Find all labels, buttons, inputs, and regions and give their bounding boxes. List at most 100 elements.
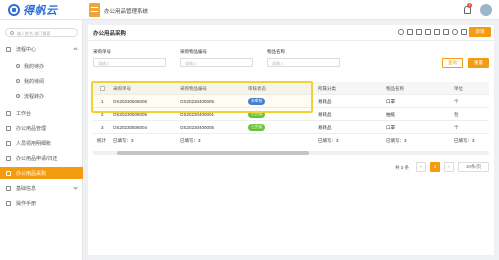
category-cell: 易耗品 (318, 99, 332, 104)
page-title: 办公用品采购 (93, 31, 127, 37)
item-name-cell: 口罩 (386, 125, 395, 130)
more-icon[interactable] (452, 29, 458, 35)
sidebar-item-label: 人员领用明细账 (16, 140, 52, 147)
manual-icon (6, 200, 11, 206)
footer-count: 已填写：3 (113, 138, 134, 143)
order-no-input[interactable]: 请输入 (93, 58, 166, 67)
next-page-button[interactable]: › (444, 162, 454, 172)
sidebar: 输入姓名·部门搜索 流程中心 我的待办 我的待阅 流程转办 工作台 办公用品管理… (0, 20, 83, 260)
print-icon[interactable] (443, 29, 449, 35)
filter-label-item-name: 物品名称 (267, 49, 285, 54)
input-placeholder: 请输入 (272, 60, 284, 66)
notification-badge: 1 (467, 3, 472, 8)
export-icon[interactable] (425, 29, 431, 35)
chevron-down-icon (73, 185, 78, 190)
sidebar-item-my-todo[interactable]: 我的待办 (0, 60, 83, 72)
sidebar-item-manual[interactable]: 操作手册 (0, 197, 83, 209)
sidebar-item-my-toread[interactable]: 我的待阅 (0, 75, 83, 87)
item-name-input[interactable]: 请输入 (267, 58, 340, 67)
sidebar-search-input[interactable]: 输入姓名·部门搜索 (5, 28, 78, 37)
logo[interactable]: 得帆云 (8, 4, 58, 17)
add-button[interactable]: 新增 (469, 27, 491, 37)
sidebar-item-label: 流程中心 (16, 46, 37, 53)
reset-button[interactable]: 重置 (468, 58, 489, 68)
pagination-total: 共 3 条 (395, 165, 410, 170)
input-placeholder: 请输入 (185, 60, 197, 66)
query-button[interactable]: 查询 (442, 58, 463, 68)
transfer-icon (16, 94, 20, 98)
category-cell: 易耗品 (318, 125, 332, 130)
table-footer: 统计 已填写：3 已填写：3 已填写：3 已填写：3 已填写：3 (93, 134, 489, 147)
filter-icon[interactable] (407, 29, 413, 35)
divider (88, 40, 494, 41)
avatar[interactable] (480, 4, 492, 16)
column-header[interactable]: 所属分类 (318, 82, 336, 95)
unit-cell: 个 (454, 125, 459, 130)
sidebar-item-transfer[interactable]: 流程转办 (0, 90, 83, 102)
scrollbar-thumb[interactable] (117, 151, 309, 155)
todo-icon (16, 64, 20, 68)
sidebar-item-label: 流程转办 (24, 93, 45, 100)
fullscreen-icon[interactable] (461, 29, 467, 35)
sidebar-item-apply-return[interactable]: 办公用品申请/归还 (0, 152, 83, 164)
footer-label: 统计 (97, 138, 106, 143)
sidebar-item-workflow-center[interactable]: 流程中心 (0, 43, 83, 55)
highlight-box (91, 81, 313, 113)
filter-label-item-no: 采购物品编号 (180, 49, 207, 54)
sidebar-item-label: 办公用品申请/归还 (16, 155, 58, 162)
table-row[interactable]: 3 OS20230506004 OS20230400005 已完成 易耗品 口罩… (93, 121, 489, 134)
order-no-cell: OS20230506004 (113, 125, 148, 130)
top-bar: 得帆云 办公用品管理系统 1 (0, 0, 499, 20)
footer-count: 已填写：3 (454, 138, 475, 143)
input-placeholder: 请输入 (98, 60, 110, 66)
sidebar-item-label: 基础信息 (16, 185, 37, 192)
sidebar-item-label: 办公用品管理 (16, 125, 47, 132)
read-icon (16, 79, 20, 83)
item-name-cell: 口罩 (386, 99, 395, 104)
horizontal-scrollbar[interactable] (93, 151, 489, 155)
sidebar-item-basic-info[interactable]: 基础信息 (0, 182, 83, 194)
sidebar-item-label: 工作台 (16, 110, 32, 117)
apply-icon (6, 155, 11, 161)
chevron-up-icon (73, 47, 78, 52)
purchase-icon (6, 170, 11, 176)
import-icon[interactable] (434, 29, 440, 35)
footer-count: 已填写：3 (180, 138, 201, 143)
supplies-icon (6, 125, 11, 131)
refresh-icon[interactable] (398, 29, 404, 35)
search-icon (10, 31, 14, 35)
workbench-icon (6, 110, 11, 116)
sidebar-item-usage-ledger[interactable]: 人员领用明细账 (0, 137, 83, 149)
page-number-button[interactable]: 1 (430, 162, 440, 172)
app-icon (89, 3, 100, 17)
status-cell: 已完成 (248, 121, 266, 134)
unit-cell: 个 (454, 99, 459, 104)
search-placeholder: 输入姓名·部门搜索 (17, 30, 51, 36)
sidebar-item-workbench[interactable]: 工作台 (0, 107, 83, 119)
filter-label-order-no: 采购单号 (93, 49, 111, 54)
sidebar-item-label: 我的待阅 (24, 78, 45, 85)
system-title: 办公用品管理系统 (104, 9, 149, 15)
sidebar-item-supplies-management[interactable]: 办公用品管理 (0, 122, 83, 134)
prev-page-button[interactable]: ‹ (416, 162, 426, 172)
item-name-cell: 抽纸 (386, 112, 395, 117)
row-index: 3 (101, 125, 104, 130)
sidebar-item-label: 我的待办 (24, 63, 45, 70)
column-header[interactable]: 单位 (454, 82, 463, 95)
page-size-select[interactable]: 10条/页 (458, 162, 489, 172)
unit-cell: 包 (454, 112, 459, 117)
status-badge: 已完成 (248, 124, 266, 132)
workflow-icon (6, 46, 11, 52)
item-no-input[interactable]: 请输入 (180, 58, 253, 67)
column-header[interactable]: 物品名称 (386, 82, 404, 95)
item-no-cell: OS20230400005 (180, 125, 215, 130)
column-settings-icon[interactable] (416, 29, 422, 35)
logo-icon (8, 4, 20, 16)
sidebar-item-label: 操作手册 (16, 200, 37, 207)
sidebar-item-purchase[interactable]: 办公用品采购 (0, 167, 83, 179)
sidebar-item-label: 办公用品采购 (16, 170, 47, 177)
category-cell: 易耗品 (318, 112, 332, 117)
toolbar (398, 29, 467, 35)
info-icon (6, 185, 11, 191)
footer-count: 已填写：3 (318, 138, 339, 143)
